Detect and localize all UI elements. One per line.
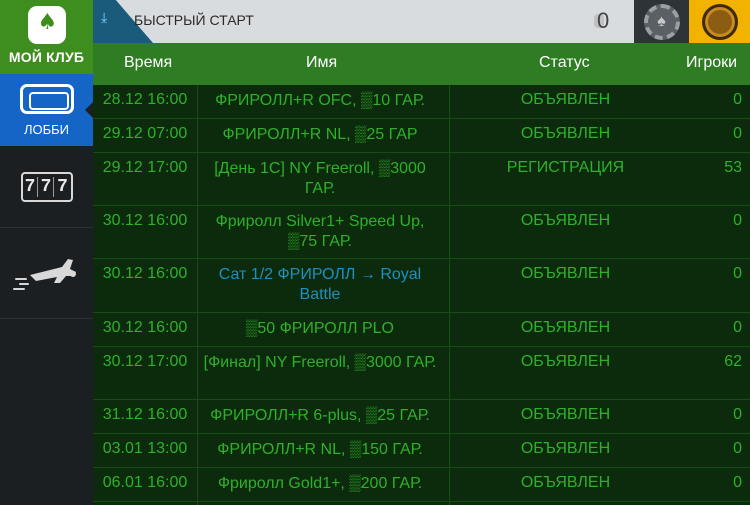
tournament-table: Время Имя Статус Игроки 28.12 16:00 ФРИРО… xyxy=(93,43,750,505)
row-name: ФРИРОЛЛ+R OFC, ▒10 ГАР. xyxy=(215,92,425,109)
lobby-label: ЛОББИ xyxy=(23,122,70,137)
row-players: 0 xyxy=(733,91,742,108)
download-icon[interactable]: ⤓ xyxy=(101,10,107,24)
row-players: 0 xyxy=(733,440,742,457)
table-row[interactable]: 31.12 16:00 ФРИРОЛЛ+R 6-plus, ▒25 ГАР. ОБЪ… xyxy=(93,400,750,434)
row-name: Фриролл Silver1+ Speed Up, ▒75 ГАР. xyxy=(215,213,425,250)
row-time: 30.12 17:00 xyxy=(102,353,188,370)
row-time: 28.12 16:00 xyxy=(102,91,188,108)
coins-button[interactable] xyxy=(689,0,750,43)
airplane-icon xyxy=(13,259,76,290)
row-status: ОБЪЯВЛЕН xyxy=(520,212,611,229)
row-players: 62 xyxy=(724,353,742,370)
table-header: Время Имя Статус Игроки xyxy=(93,43,750,85)
header-time[interactable]: Время xyxy=(124,54,172,72)
club-logo-icon: ♠ xyxy=(27,6,66,44)
aviator-button[interactable] xyxy=(0,229,93,319)
sidebar: ♠ МОЙ КЛУБ ЛОББИ 7 7 7 xyxy=(0,0,94,505)
row-name: ▒50 ФРИРОЛЛ PLO xyxy=(246,320,394,337)
row-players: 0 xyxy=(733,212,742,229)
row-time: 31.12 16:00 xyxy=(102,406,188,423)
row-time: 30.12 16:00 xyxy=(102,212,188,229)
my-club-label: МОЙ КЛУБ xyxy=(8,49,85,65)
row-time: 29.12 07:00 xyxy=(102,125,188,142)
header-status[interactable]: Статус xyxy=(539,54,590,72)
row-name: Сат 1/2 ФРИРОЛЛ → Royal Battle xyxy=(218,266,422,303)
row-status: ОБЪЯВЛЕН xyxy=(520,474,611,491)
row-players: 0 xyxy=(733,319,742,336)
row-time: 03.01 13:00 xyxy=(102,440,188,457)
table-row[interactable]: 30.12 16:00 Сат 1/2 ФРИРОЛЛ → Royal Battl… xyxy=(93,259,750,313)
table-row[interactable]: 03.01 13:00 ФРИРОЛЛ+R NL, ▒150 ГАР. ОБЪЯВЛ… xyxy=(93,434,750,468)
lobby-icon xyxy=(19,84,74,114)
row-name: ФРИРОЛЛ+R 6-plus, ▒25 ГАР. xyxy=(210,407,430,424)
table-row[interactable]: 28.12 16:00 ФРИРОЛЛ+R OFC, ▒10 ГАР. ОБЪЯВЛ… xyxy=(93,85,750,119)
row-players: 0 xyxy=(733,474,742,491)
row-status: РЕГИСТРАЦИЯ xyxy=(506,159,625,176)
row-status: ОБЪЯВЛЕН xyxy=(520,353,611,370)
row-time: 06.01 16:00 xyxy=(102,474,188,491)
row-time: 30.12 16:00 xyxy=(102,319,188,336)
header-players[interactable]: Игроки xyxy=(686,54,737,72)
row-status: ОБЪЯВЛЕН xyxy=(520,440,611,457)
table-row[interactable]: 06.01 16:00 Фриролл Gold1+, ▒200 ГАР. ОБЪЯ… xyxy=(93,468,750,502)
poker-chip-icon: ♠ xyxy=(643,3,680,40)
row-players: 0 xyxy=(733,265,742,282)
lobby-button[interactable]: ЛОББИ xyxy=(0,74,94,146)
my-club-button[interactable]: ♠ МОЙ КЛУБ xyxy=(0,0,93,74)
table-row[interactable]: 30.12 16:00 ▒50 ФРИРОЛЛ PLO ОБЪЯВЛЕН 0 xyxy=(93,313,750,347)
table-row[interactable]: 29.12 17:00 [День 1C] NY Freeroll, ▒3000 … xyxy=(93,153,750,206)
slots-777-icon: 7 7 7 xyxy=(20,171,73,202)
row-time: 30.12 16:00 xyxy=(102,265,188,282)
row-time: 29.12 17:00 xyxy=(102,159,188,176)
chips-button[interactable]: ♠ xyxy=(634,0,689,43)
row-players: 0 xyxy=(733,406,742,423)
row-status: ОБЪЯВЛЕН xyxy=(520,406,611,423)
row-status: ОБЪЯВЛЕН xyxy=(520,125,611,142)
row-name: ФРИРОЛЛ+R NL, ▒25 ГАР xyxy=(222,126,418,143)
row-name: [Финал] NY Freeroll, ▒3000 ГАР. xyxy=(203,354,437,371)
row-players: 0 xyxy=(733,125,742,142)
slots-button[interactable]: 7 7 7 xyxy=(0,146,93,228)
table-row[interactable]: 29.12 07:00 ФРИРОЛЛ+R NL, ▒25 ГАР ОБЪЯВЛЕН… xyxy=(93,119,750,153)
header-name[interactable]: Имя xyxy=(306,54,337,72)
top-bar: ⤓ БЫСТРЫЙ СТАРТ 0 ♠ xyxy=(93,0,750,43)
row-status: ОБЪЯВЛЕН xyxy=(520,319,611,336)
row-status: ОБЪЯВЛЕН xyxy=(520,91,611,108)
table-row[interactable]: 30.12 16:00 Фриролл Silver1+ Speed Up, ▒7… xyxy=(93,206,750,259)
quick-start-label[interactable]: БЫСТРЫЙ СТАРТ xyxy=(134,12,254,28)
row-name: Фриролл Gold1+, ▒200 ГАР. xyxy=(217,475,423,492)
row-status: ОБЪЯВЛЕН xyxy=(520,265,611,282)
row-name: ФРИРОЛЛ+R NL, ▒150 ГАР. xyxy=(217,441,423,458)
balance-value: 0 xyxy=(597,8,610,33)
row-name: [День 1C] NY Freeroll, ▒3000 ГАР. xyxy=(214,160,426,197)
table-row[interactable]: 30.12 17:00 [Финал] NY Freeroll, ▒3000 ГА… xyxy=(93,347,750,400)
coin-icon xyxy=(701,3,738,40)
row-players: 53 xyxy=(724,159,742,176)
